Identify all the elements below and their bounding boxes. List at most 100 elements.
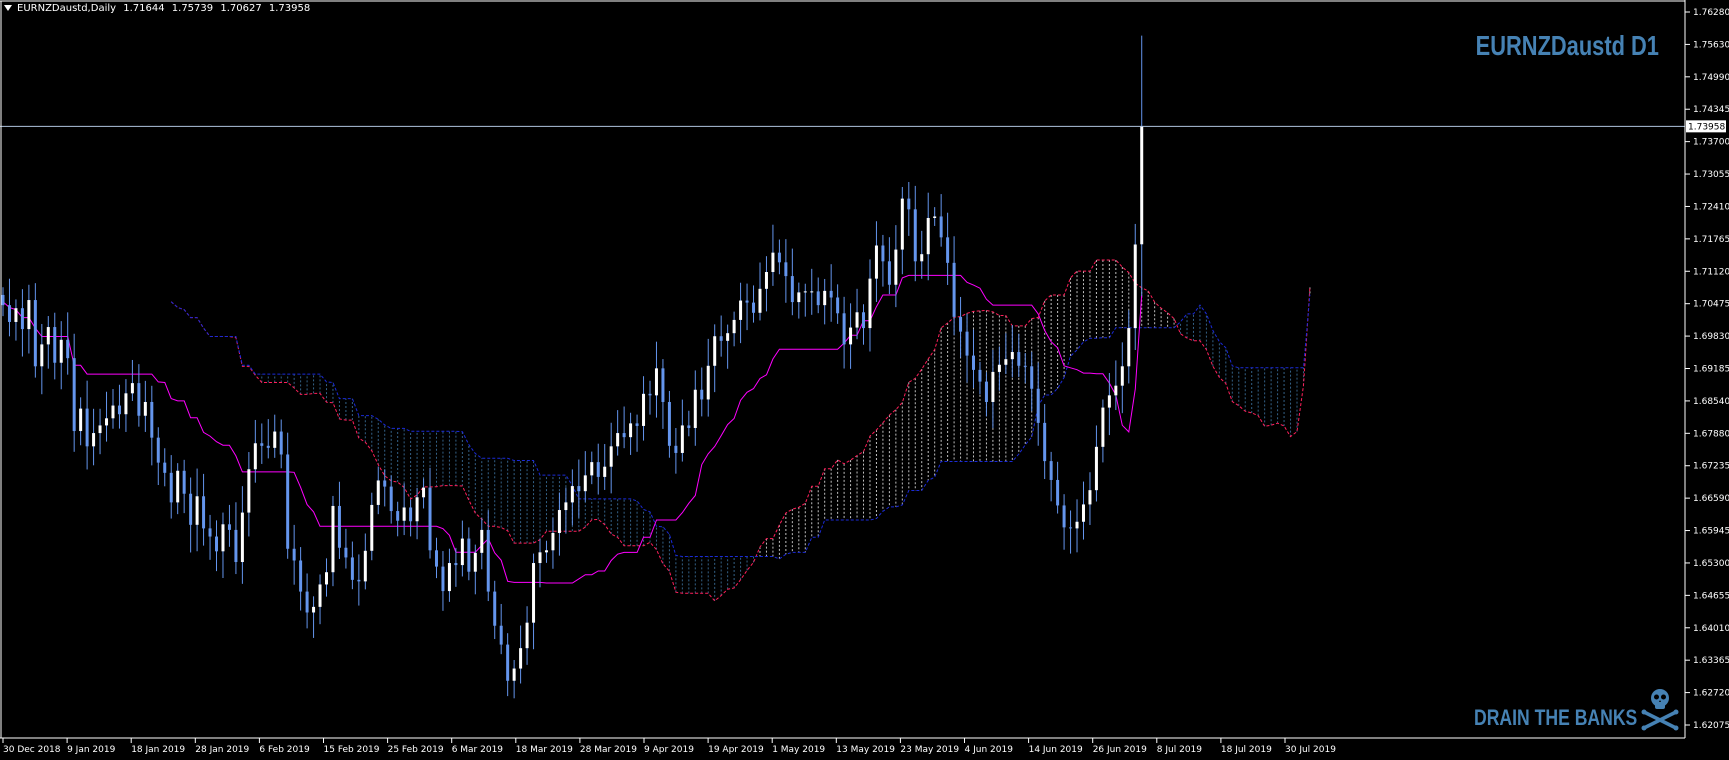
candle-body[interactable] (900, 198, 904, 250)
candle-body[interactable] (1023, 365, 1027, 367)
candle-body[interactable] (1101, 407, 1105, 447)
candle-body[interactable] (234, 529, 238, 563)
candle-body[interactable] (85, 408, 89, 447)
candle-body[interactable] (609, 446, 613, 467)
candle-body[interactable] (525, 622, 529, 649)
candle-body[interactable] (519, 648, 523, 669)
candle-body[interactable] (305, 591, 309, 613)
candle-body[interactable] (1081, 504, 1085, 522)
candle-body[interactable] (557, 510, 561, 533)
candle-body[interactable] (460, 538, 464, 566)
candle-body[interactable] (279, 431, 283, 455)
candle-body[interactable] (59, 339, 63, 363)
candle-body[interactable] (997, 364, 1001, 372)
candle-body[interactable] (810, 291, 814, 293)
candle-body[interactable] (965, 331, 969, 356)
candle-body[interactable] (642, 393, 646, 426)
candle-body[interactable] (299, 560, 303, 592)
candle-body[interactable] (415, 497, 419, 522)
candle-body[interactable] (40, 344, 44, 367)
candle-body[interactable] (396, 511, 400, 521)
candle-body[interactable] (726, 333, 730, 341)
candle-body[interactable] (20, 308, 24, 330)
candle-body[interactable] (72, 358, 76, 432)
candle-body[interactable] (764, 272, 768, 289)
candle-body[interactable] (331, 505, 335, 573)
candle-body[interactable] (758, 288, 762, 313)
candle-body[interactable] (732, 319, 736, 334)
candle-body[interactable] (849, 327, 853, 345)
candle-body[interactable] (98, 425, 102, 434)
candle-body[interactable] (156, 437, 160, 463)
candle-body[interactable] (1010, 352, 1014, 360)
candle-body[interactable] (622, 433, 626, 438)
candle-body[interactable] (325, 572, 328, 585)
candle-body[interactable] (422, 487, 426, 498)
candle-body[interactable] (363, 550, 367, 582)
candle-body[interactable] (150, 401, 154, 438)
candle-body[interactable] (66, 339, 70, 359)
candle-body[interactable] (984, 381, 988, 402)
candle-body[interactable] (829, 290, 833, 298)
candle-body[interactable] (1114, 385, 1118, 396)
candle-body[interactable] (700, 389, 704, 400)
candle-body[interactable] (952, 262, 956, 317)
candle-body[interactable] (777, 252, 781, 263)
candle-body[interactable] (105, 418, 109, 426)
candle-body[interactable] (972, 355, 975, 370)
candle-body[interactable] (27, 300, 31, 330)
candle-body[interactable] (946, 237, 950, 263)
candle-body[interactable] (195, 496, 199, 525)
candle-body[interactable] (1049, 461, 1053, 480)
candle-body[interactable] (124, 393, 128, 415)
candle-body[interactable] (894, 249, 898, 285)
candle-body[interactable] (292, 548, 296, 561)
candle-body[interactable] (467, 538, 471, 572)
candle-body[interactable] (247, 469, 251, 513)
candle-body[interactable] (402, 507, 406, 521)
candle-body[interactable] (739, 300, 743, 320)
candle-body[interactable] (959, 316, 963, 332)
candle-body[interactable] (881, 245, 885, 262)
candle-body[interactable] (240, 512, 244, 563)
candle-body[interactable] (53, 327, 57, 363)
candle-body[interactable] (590, 462, 594, 476)
candle-body[interactable] (441, 566, 445, 592)
candle-body[interactable] (926, 217, 930, 255)
candle-body[interactable] (1127, 328, 1131, 367)
candle-body[interactable] (350, 557, 354, 580)
candle-body[interactable] (887, 261, 891, 285)
candle-body[interactable] (706, 365, 710, 400)
candle-body[interactable] (1088, 490, 1092, 505)
candle-body[interactable] (33, 300, 37, 367)
candle-body[interactable] (370, 504, 374, 551)
candle-body[interactable] (1062, 505, 1066, 528)
candle-body[interactable] (1107, 395, 1111, 408)
candle-body[interactable] (874, 245, 878, 279)
candle-body[interactable] (1017, 352, 1021, 366)
candle-body[interactable] (117, 405, 121, 415)
candle-body[interactable] (506, 644, 510, 681)
candle-body[interactable] (227, 524, 231, 530)
candle-body[interactable] (1, 294, 5, 306)
candle-body[interactable] (260, 443, 264, 446)
candle-body[interactable] (499, 625, 503, 645)
candle-body[interactable] (583, 475, 587, 492)
price-chart[interactable]: 1.76280 1.75630 1.74990 1.74345 1.73700 1.730… (0, 0, 1729, 760)
candle-body[interactable] (693, 389, 697, 428)
candle-body[interactable] (46, 327, 50, 345)
candle-body[interactable] (111, 405, 115, 419)
candle-body[interactable] (163, 462, 167, 473)
candle-body[interactable] (907, 198, 911, 210)
candle-body[interactable] (383, 480, 387, 487)
candle-body[interactable] (544, 550, 548, 553)
candle-body[interactable] (596, 462, 600, 477)
candle-body[interactable] (616, 433, 620, 447)
candle-body[interactable] (667, 401, 671, 446)
candle-body[interactable] (312, 606, 316, 613)
candle-body[interactable] (1036, 388, 1040, 423)
candle-body[interactable] (538, 552, 542, 564)
candle-body[interactable] (253, 443, 257, 470)
candle-body[interactable] (512, 668, 516, 681)
candle-body[interactable] (719, 336, 723, 341)
